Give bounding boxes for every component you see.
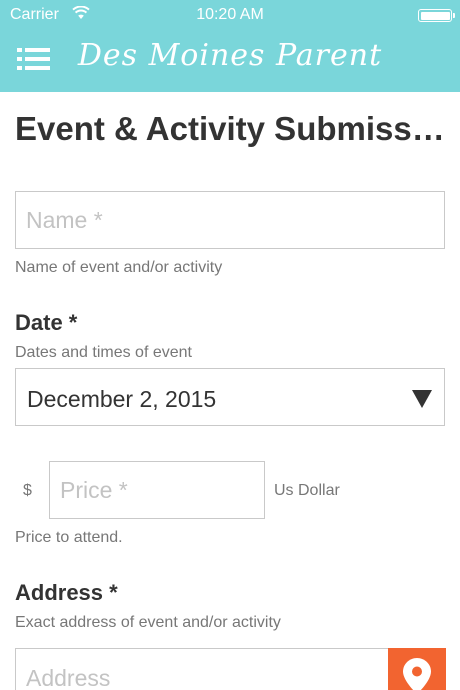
brand-logo: Des Moines Parent [77,38,383,73]
currency-symbol: $ [23,482,32,499]
name-field[interactable] [15,191,445,249]
locate-button[interactable] [388,648,446,690]
address-help: Exact address of event and/or activity [15,614,281,631]
address-label: Address * [15,580,118,605]
date-picker[interactable]: December 2, 2015 [15,368,445,426]
status-bar: Carrier 10:20 AM [0,0,460,30]
price-input[interactable] [50,462,264,518]
map-pin-icon [403,658,431,690]
address-input[interactable] [16,649,389,690]
name-help: Name of event and/or activity [15,259,223,276]
price-help: Price to attend. [15,529,123,546]
page-title: Event & Activity Submiss… [15,110,445,147]
name-input[interactable] [16,192,444,248]
date-value: December 2, 2015 [27,386,217,412]
clock: 10:20 AM [196,6,264,23]
battery-icon [418,9,455,22]
date-label: Date * [15,310,78,335]
address-field[interactable] [15,648,390,690]
date-help: Dates and times of event [15,344,192,361]
triangle-down-icon [412,390,432,408]
currency-unit: Us Dollar [274,482,340,499]
app-header: Carrier 10:20 AM Des Moines Parent [0,0,460,92]
price-field[interactable] [49,461,265,519]
